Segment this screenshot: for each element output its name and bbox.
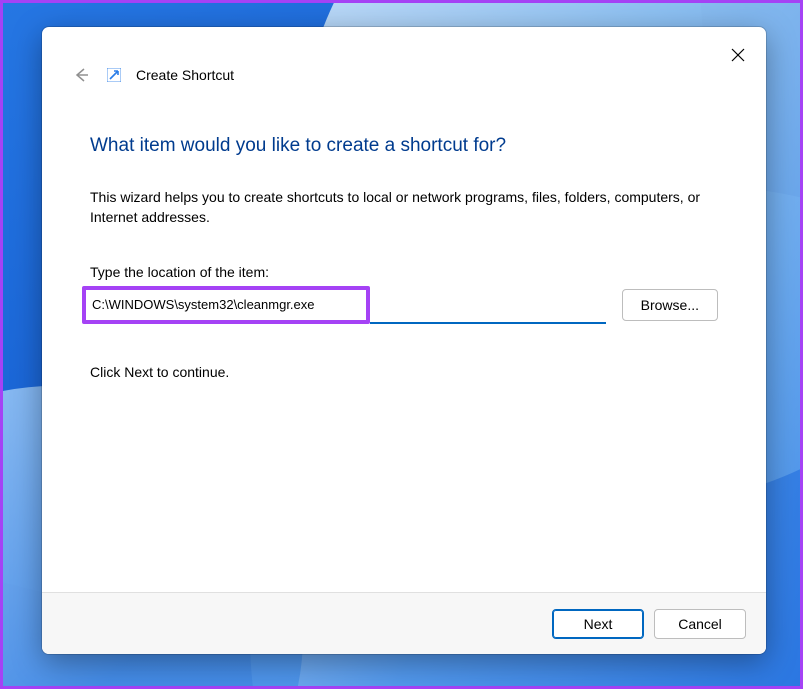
location-label: Type the location of the item:	[90, 264, 718, 280]
location-input[interactable]	[86, 290, 366, 320]
dialog-title: Create Shortcut	[136, 67, 234, 83]
next-button[interactable]: Next	[552, 609, 644, 639]
browse-button[interactable]: Browse...	[622, 289, 718, 321]
close-button[interactable]	[724, 41, 752, 69]
back-button[interactable]	[70, 64, 92, 86]
cancel-button[interactable]: Cancel	[654, 609, 746, 639]
input-underline	[370, 288, 606, 324]
location-row: Browse...	[90, 286, 718, 324]
input-highlight	[82, 286, 370, 324]
arrow-left-icon	[72, 66, 90, 84]
shortcut-icon	[106, 67, 122, 83]
main-heading: What item would you like to create a sho…	[90, 135, 718, 157]
create-shortcut-dialog: Create Shortcut What item would you like…	[42, 27, 766, 654]
dialog-header: Create Shortcut	[42, 27, 766, 93]
dialog-footer: Next Cancel	[42, 592, 766, 654]
wizard-description: This wizard helps you to create shortcut…	[90, 187, 718, 228]
dialog-content: What item would you like to create a sho…	[42, 93, 766, 592]
close-icon	[731, 48, 745, 62]
continue-instruction: Click Next to continue.	[90, 364, 718, 380]
